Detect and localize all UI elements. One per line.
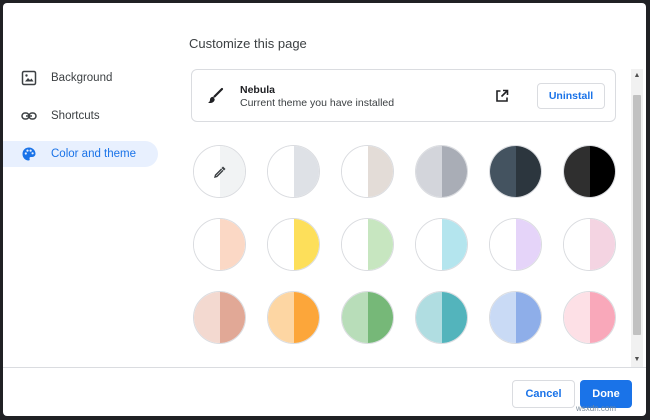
- current-theme-card: Nebula Current theme you have installed …: [191, 69, 616, 122]
- sidebar-item-shortcuts[interactable]: Shortcuts: [3, 103, 163, 129]
- customize-dialog: Customize this page Background Shortcuts…: [3, 3, 646, 416]
- theme-content: Nebula Current theme you have installed …: [189, 69, 617, 369]
- color-swatch[interactable]: [489, 218, 542, 271]
- color-swatch[interactable]: [415, 291, 468, 344]
- sidebar-item-label: Shortcuts: [51, 110, 100, 122]
- watermark: wsxdn.com: [576, 404, 617, 413]
- color-swatch[interactable]: [341, 218, 394, 271]
- color-swatch[interactable]: [415, 218, 468, 271]
- scroll-down-arrow-icon[interactable]: ▼: [633, 356, 641, 364]
- cancel-button[interactable]: Cancel: [512, 380, 575, 408]
- scroll-up-arrow-icon[interactable]: ▲: [633, 72, 641, 80]
- brush-icon: [206, 87, 224, 110]
- custom-color-swatch[interactable]: [193, 145, 246, 198]
- color-swatch[interactable]: [341, 291, 394, 344]
- color-swatch[interactable]: [341, 145, 394, 198]
- color-swatch[interactable]: [563, 145, 616, 198]
- sidebar-item-label: Color and theme: [51, 148, 137, 160]
- uninstall-button[interactable]: Uninstall: [537, 83, 605, 109]
- theme-subtitle: Current theme you have installed: [240, 97, 395, 109]
- footer-divider: [3, 367, 646, 368]
- color-swatch[interactable]: [267, 218, 320, 271]
- sidebar-item-color-and-theme[interactable]: Color and theme: [3, 141, 158, 167]
- open-in-new-icon[interactable]: [494, 88, 510, 104]
- color-swatch[interactable]: [267, 145, 320, 198]
- scrollbar-thumb[interactable]: [633, 95, 641, 335]
- eyedropper-icon: [212, 164, 228, 185]
- link-icon: [21, 108, 37, 124]
- image-icon: [21, 70, 37, 86]
- dialog-title: Customize this page: [189, 36, 307, 51]
- color-swatch[interactable]: [563, 218, 616, 271]
- color-swatch[interactable]: [193, 291, 246, 344]
- color-swatch[interactable]: [415, 145, 468, 198]
- color-swatch[interactable]: [489, 145, 542, 198]
- color-swatch[interactable]: [193, 218, 246, 271]
- theme-name: Nebula: [240, 84, 276, 96]
- sidebar-item-background[interactable]: Background: [3, 65, 163, 91]
- scrollbar[interactable]: ▲ ▼: [631, 69, 643, 367]
- color-swatch[interactable]: [267, 291, 320, 344]
- sidebar-nav: Background Shortcuts Color and theme: [3, 65, 163, 179]
- color-swatch[interactable]: [563, 291, 616, 344]
- color-swatch[interactable]: [489, 291, 542, 344]
- sidebar-item-label: Background: [51, 72, 113, 84]
- palette-icon: [21, 146, 37, 162]
